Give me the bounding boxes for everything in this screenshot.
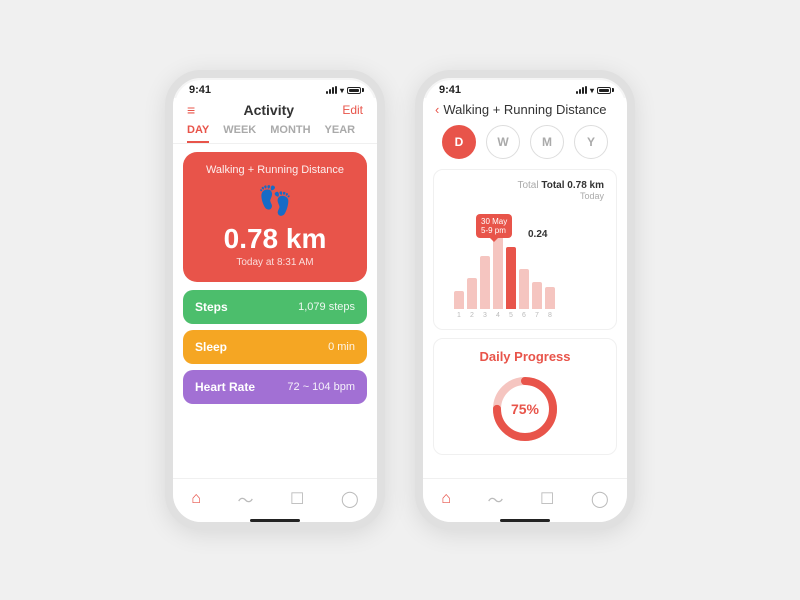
nav-activity-1[interactable]: 〜	[237, 487, 253, 511]
hero-card-title: Walking + Running Distance	[197, 164, 353, 176]
tab-year[interactable]: YEAR	[325, 124, 356, 143]
period-month[interactable]: M	[530, 125, 564, 159]
chart-bar-4	[506, 247, 516, 309]
chart-bar-2	[480, 256, 490, 309]
phone-2: 9:41 ▾ ‹ Walking + Running Distance D W …	[415, 70, 635, 530]
status-icons-1: ▾	[326, 86, 361, 95]
chart-labels: 12345678	[446, 312, 604, 319]
metric-heart[interactable]: Heart Rate 72 ~ 104 bpm	[183, 370, 367, 404]
wifi-icon-2: ▾	[590, 86, 594, 95]
status-bar-1: 9:41 ▾	[173, 78, 377, 98]
home-indicator-1	[250, 519, 300, 522]
detail-title: Walking + Running Distance	[443, 102, 606, 117]
metric-cards: Steps 1,079 steps Sleep 0 min Heart Rate…	[173, 290, 377, 404]
status-bar-2: 9:41 ▾	[423, 78, 627, 98]
nav-profile-2[interactable]: ◯	[591, 489, 609, 509]
footsteps-icon: 👣	[197, 184, 353, 217]
period-week[interactable]: W	[486, 125, 520, 159]
time-1: 9:41	[189, 84, 211, 96]
app-title: Activity	[243, 102, 294, 118]
heart-value: 72 ~ 104 bpm	[287, 381, 355, 393]
chart-bar-1	[467, 278, 477, 309]
hero-card: Walking + Running Distance 👣 0.78 km Tod…	[183, 152, 367, 282]
chart-bar-7	[545, 287, 555, 309]
chart-label-3: 4	[493, 312, 503, 319]
tab-day[interactable]: DAY	[187, 124, 209, 143]
progress-section: Daily Progress 75%	[433, 338, 617, 455]
steps-label: Steps	[195, 300, 228, 314]
app-header: ≡ Activity Edit	[173, 98, 377, 124]
status-icons-2: ▾	[576, 86, 611, 95]
chart-bar-6	[532, 282, 542, 309]
tab-month[interactable]: MONTH	[270, 124, 310, 143]
period-year[interactable]: Y	[574, 125, 608, 159]
screen-1: ≡ Activity Edit DAY WEEK MONTH YEAR Walk…	[173, 98, 377, 522]
chart-total: Total Total 0.78 km	[446, 180, 604, 191]
chart-total-value: Total 0.78 km	[541, 180, 604, 191]
screen-2: ‹ Walking + Running Distance D W M Y Tot…	[423, 98, 627, 522]
chart-label-7: 8	[545, 312, 555, 319]
donut-label: 75%	[511, 401, 539, 417]
period-tabs: D W M Y	[423, 125, 627, 169]
phone-1: 9:41 ▾ ≡ Activity Edit DAY WEEK MONTH YE…	[165, 70, 385, 530]
bottom-nav-2: ⌂ 〜 ☐ ◯	[423, 478, 627, 515]
metric-sleep[interactable]: Sleep 0 min	[183, 330, 367, 364]
bottom-nav-1: ⌂ 〜 ☐ ◯	[173, 478, 377, 515]
signal-icon	[326, 86, 337, 94]
nav-chat-2[interactable]: ☐	[540, 489, 554, 509]
hero-subtitle: Today at 8:31 AM	[197, 257, 353, 268]
period-day[interactable]: D	[442, 125, 476, 159]
battery-icon-2	[597, 87, 611, 94]
heart-label: Heart Rate	[195, 380, 255, 394]
signal-icon-2	[576, 86, 587, 94]
menu-icon[interactable]: ≡	[187, 102, 195, 118]
chart-label-0: 1	[454, 312, 464, 319]
chart-label-1: 2	[467, 312, 477, 319]
donut-chart: 75%	[490, 374, 560, 444]
chart-label-5: 6	[519, 312, 529, 319]
edit-button[interactable]: Edit	[342, 103, 363, 117]
tab-row: DAY WEEK MONTH YEAR	[173, 124, 377, 144]
nav-activity-2[interactable]: 〜	[487, 487, 503, 511]
chart-area: 30 May5-9 pm 0.24	[446, 209, 604, 309]
time-2: 9:41	[439, 84, 461, 96]
chart-label-6: 7	[532, 312, 542, 319]
detail-header: ‹ Walking + Running Distance	[423, 98, 627, 125]
nav-home-2[interactable]: ⌂	[441, 490, 451, 508]
chart-bar-0	[454, 291, 464, 309]
nav-chat-1[interactable]: ☐	[290, 489, 304, 509]
sleep-label: Sleep	[195, 340, 227, 354]
chart-section: Total Total 0.78 km Today 30 May5-9 pm 0…	[433, 169, 617, 330]
chart-bar-5	[519, 269, 529, 309]
chart-today: Today	[446, 191, 604, 201]
hero-distance: 0.78 km	[197, 223, 353, 255]
back-button[interactable]: ‹	[435, 102, 439, 117]
progress-title: Daily Progress	[479, 349, 570, 364]
nav-home-1[interactable]: ⌂	[191, 490, 201, 508]
nav-profile-1[interactable]: ◯	[341, 489, 359, 509]
chart-tooltip-value: 0.24	[528, 229, 547, 240]
tab-week[interactable]: WEEK	[223, 124, 256, 143]
sleep-value: 0 min	[328, 341, 355, 353]
home-indicator-2	[500, 519, 550, 522]
battery-icon	[347, 87, 361, 94]
chart-label-2: 3	[480, 312, 490, 319]
chart-tooltip: 30 May5-9 pm	[476, 214, 512, 238]
steps-value: 1,079 steps	[298, 301, 355, 313]
wifi-icon: ▾	[340, 86, 344, 95]
chart-label-4: 5	[506, 312, 516, 319]
metric-steps[interactable]: Steps 1,079 steps	[183, 290, 367, 324]
